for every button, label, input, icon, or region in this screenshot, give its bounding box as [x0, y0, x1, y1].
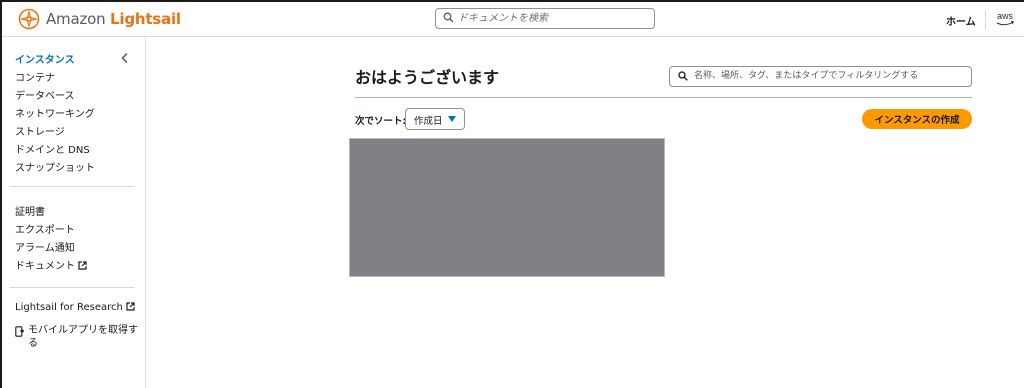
- sidebar-item-certificates[interactable]: 証明書: [15, 203, 45, 218]
- instances-placeholder-panel: [349, 138, 665, 277]
- top-header: Amazon Lightsail ホーム aws: [2, 2, 1024, 37]
- sidebar-item-documentation-label: ドキュメント: [15, 261, 75, 272]
- sidebar-divider: [10, 287, 134, 288]
- sort-label: 次でソート:: [355, 116, 407, 127]
- collapse-sidebar-chevron-icon[interactable]: [120, 52, 130, 64]
- header-separator: [985, 10, 986, 30]
- sidebar-item-domains-dns[interactable]: ドメインと DNS: [15, 141, 90, 156]
- sidebar-item-networking[interactable]: ネットワーキング: [15, 105, 95, 120]
- sidebar-item-lightsail-for-research[interactable]: Lightsail for Research: [15, 302, 135, 313]
- brand-name: Lightsail: [110, 10, 181, 28]
- sidebar-item-exports[interactable]: エクスポート: [15, 221, 75, 236]
- aws-logo-text: aws: [997, 11, 1014, 21]
- sidebar-item-containers[interactable]: コンテナ: [15, 69, 55, 84]
- sidebar-item-databases[interactable]: データベース: [15, 87, 75, 102]
- brand-text: Amazon Lightsail: [46, 10, 181, 28]
- create-instance-button[interactable]: インスタンスの作成: [862, 109, 972, 129]
- content-divider: [355, 97, 972, 98]
- external-link-icon: [78, 261, 87, 270]
- aws-logo[interactable]: aws: [994, 10, 1016, 28]
- instance-filter-input[interactable]: [694, 68, 964, 84]
- sidebar-item-storage[interactable]: ストレージ: [15, 123, 65, 138]
- caret-down-icon: [448, 116, 456, 122]
- search-icon: [678, 71, 688, 81]
- sidebar-item-alarm-notifications[interactable]: アラーム通知: [15, 239, 75, 254]
- sort-dropdown[interactable]: 作成日: [405, 108, 465, 130]
- sidebar-item-documentation[interactable]: ドキュメント: [15, 257, 87, 272]
- sidebar: インスタンス コンテナ データベース ネットワーキング ストレージ ドメインと …: [2, 37, 146, 388]
- instance-filter[interactable]: [669, 66, 972, 87]
- search-icon: [443, 12, 454, 23]
- documentation-search-input[interactable]: [458, 10, 648, 26]
- lightsail-for-research-label: Lightsail for Research: [15, 302, 123, 313]
- get-mobile-app-link[interactable]: モバイルアプリを取得す: [28, 321, 138, 336]
- sort-selected-value: 作成日: [414, 116, 443, 127]
- page-title: おはようございます: [355, 68, 500, 87]
- mobile-app-icon: [15, 326, 24, 337]
- external-link-icon: [126, 302, 135, 311]
- sidebar-divider: [10, 186, 134, 187]
- brand-prefix: Amazon: [46, 10, 106, 28]
- mobile-app-label-line1: モバイルアプリを取得す: [28, 325, 138, 336]
- mobile-app-label-line2[interactable]: る: [28, 334, 38, 349]
- documentation-search[interactable]: [435, 8, 655, 29]
- lightsail-logo[interactable]: Amazon Lightsail: [18, 8, 181, 30]
- home-link[interactable]: ホーム: [946, 13, 976, 28]
- sidebar-item-snapshots[interactable]: スナップショット: [15, 159, 95, 174]
- sidebar-item-instances[interactable]: インスタンス: [15, 51, 75, 66]
- lightsail-compass-icon: [18, 8, 40, 30]
